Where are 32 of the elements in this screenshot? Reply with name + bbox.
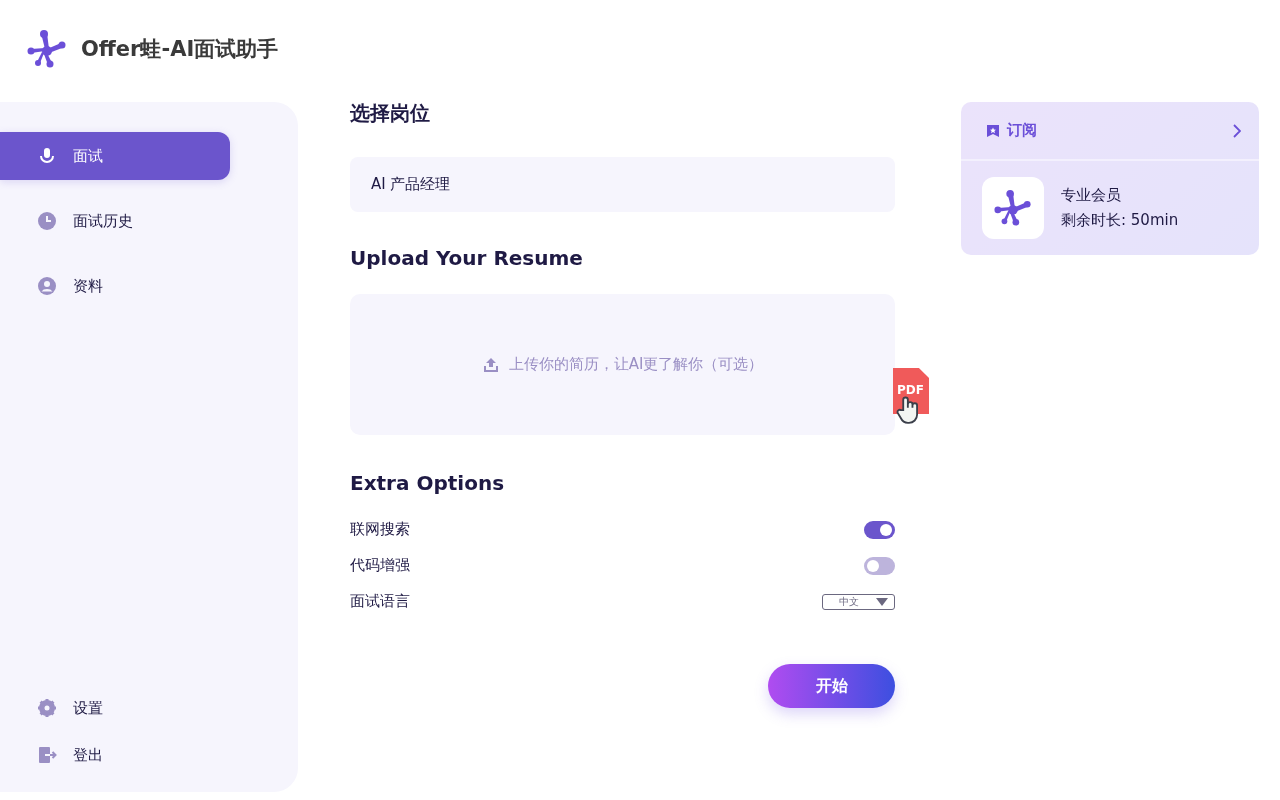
section-heading: 选择岗位	[350, 100, 431, 127]
nav-item[interactable]: 面试	[0, 132, 230, 180]
nav-item[interactable]: 资料	[0, 262, 230, 310]
plan-name: 专业会员	[1061, 186, 1122, 205]
section-heading: Upload Your Resume	[350, 246, 584, 270]
start-button[interactable]: 开始	[768, 664, 895, 708]
microphone-icon	[37, 146, 57, 166]
subscription-link[interactable]: 订阅	[961, 102, 1259, 161]
logo-icon	[27, 29, 67, 69]
option-label: 联网搜索	[350, 520, 410, 539]
nav-item[interactable]: 登出	[0, 740, 230, 770]
section-heading: Extra Options	[350, 471, 506, 495]
nav-item[interactable]: 设置	[0, 693, 230, 723]
remaining-time: 剩余时长: 50min	[1061, 211, 1179, 230]
option-label: 代码增强	[350, 556, 410, 575]
user-icon	[37, 276, 57, 296]
caret-icon	[876, 597, 888, 606]
bookmark-star-icon	[986, 123, 1000, 138]
clock-icon	[37, 211, 57, 231]
toggle-switch[interactable]	[864, 520, 895, 539]
language-dropdown[interactable]: 中文	[822, 593, 895, 610]
nav-item[interactable]: 面试历史	[0, 197, 230, 245]
upload-icon	[481, 355, 500, 374]
upload-hint: 上传你的简历，让AI更了解你（可选）	[508, 355, 764, 374]
toggle-switch[interactable]	[864, 556, 895, 575]
logout-icon	[37, 745, 57, 765]
app-title: Offer蛙-AI面试助手	[81, 36, 279, 63]
settings-icon	[37, 698, 57, 718]
app-icon	[982, 177, 1044, 239]
chevron-right-icon	[1233, 123, 1241, 138]
position-field[interactable]: AI 产品经理	[350, 157, 895, 212]
option-label: 面试语言	[350, 592, 410, 611]
